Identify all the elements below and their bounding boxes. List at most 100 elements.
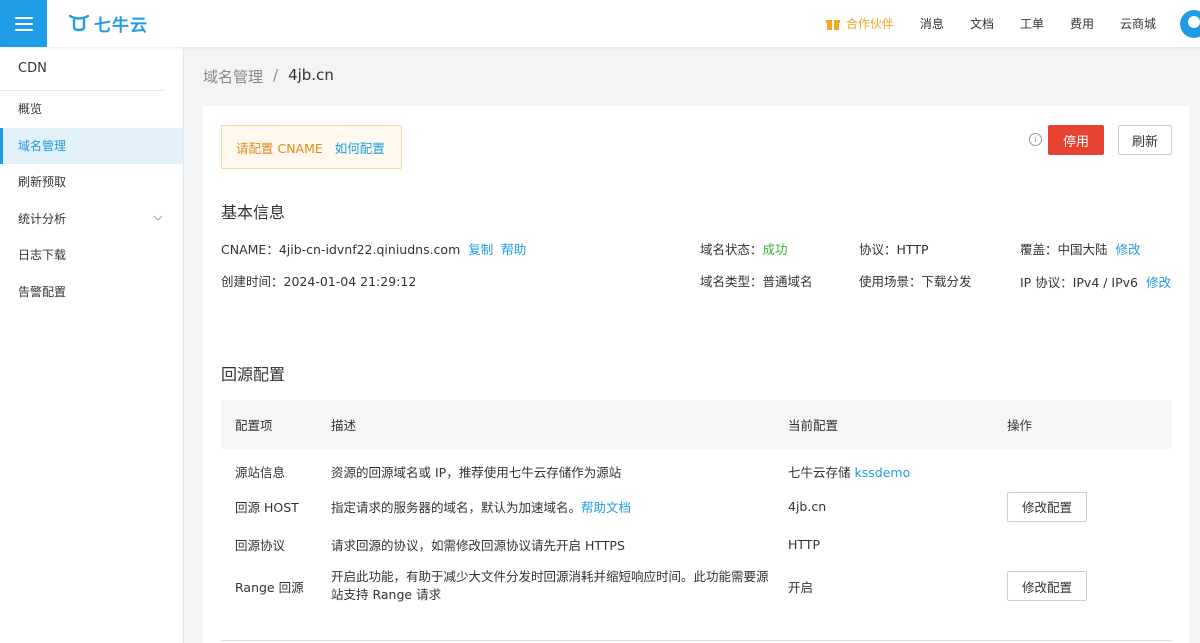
refresh-button[interactable]: 刷新 — [1118, 125, 1172, 155]
created-field: 创建时间：2024-01-04 21:29:12 — [221, 271, 416, 290]
row-desc-text: 指定请求的服务器的域名，默认为加速域名。 — [331, 500, 582, 515]
top-nav: 合作伙伴 消息 文档 工单 费用 云商城 — [800, 0, 1200, 47]
created-value: 2024-01-04 21:29:12 — [283, 274, 417, 289]
sidebar-item-statistics-label: 统计分析 — [18, 211, 67, 226]
gift-icon — [825, 19, 840, 30]
avatar[interactable] — [1180, 9, 1200, 38]
table-row: Range 回源 开启此功能，有助于减少大文件分发时回源消耗并缩短响应时间。此功… — [221, 561, 1172, 611]
logo[interactable]: 七牛云 — [68, 12, 148, 36]
nav-market[interactable]: 云商城 — [1120, 15, 1156, 32]
cname-value: 4jib-cn-idvnf22.qiniudns.com — [278, 242, 461, 257]
ip-label: IP 协议： — [1020, 275, 1073, 290]
col-config-item: 配置项 — [221, 400, 331, 449]
sidebar-item-statistics[interactable]: 统计分析 — [0, 201, 183, 238]
ip-value: IPv4 / IPv6 — [1072, 275, 1139, 290]
cname-label: CNAME： — [221, 242, 279, 257]
edit-range-button[interactable]: 修改配置 — [1007, 571, 1087, 601]
chevron-down-icon — [153, 201, 163, 238]
status-field: 域名状态：成功 — [700, 239, 788, 258]
row-desc: 资源的回源域名或 IP，推荐使用七牛云存储作为源站 — [331, 465, 622, 480]
scene-value: 下载分发 — [921, 274, 972, 289]
row-item: 回源协议 — [235, 537, 286, 553]
row-item: 回源 HOST — [235, 500, 299, 515]
ip-edit-link[interactable]: 修改 — [1146, 275, 1171, 290]
ip-protocol-field: IP 协议：IPv4 / IPv6 修改 — [1020, 272, 1171, 291]
disable-button[interactable]: 停用 — [1048, 125, 1104, 155]
sidebar-item-domains[interactable]: 域名管理 — [0, 127, 183, 165]
row-current: 七牛云存储 kssdemo — [788, 449, 1007, 486]
edit-host-button[interactable]: 修改配置 — [1007, 491, 1087, 522]
origin-config-table: 配置项 描述 当前配置 操作 源站信息 资源的回源域名或 IP，推荐使用七牛云存… — [221, 400, 1172, 611]
sidebar-title: CDN — [0, 47, 165, 91]
main-panel: 请配置 CNAME 如何配置 i 停用 刷新 基本信息 CNAME：4jib-c… — [203, 106, 1189, 643]
divider — [221, 640, 1172, 641]
nav-tickets[interactable]: 工单 — [1020, 15, 1044, 32]
row-item: Range 回源 — [235, 579, 304, 595]
nav-docs[interactable]: 文档 — [970, 15, 994, 32]
help-link[interactable]: 帮助 — [501, 242, 526, 257]
cname-alert: 请配置 CNAME 如何配置 — [221, 125, 402, 169]
coverage-value: 中国大陆 — [1057, 242, 1108, 257]
status-value: 成功 — [762, 242, 788, 257]
row-current-value: 七牛云存储 — [788, 465, 851, 480]
origin-config-title: 回源配置 — [221, 365, 286, 384]
row-current: 4jb.cn — [788, 499, 827, 514]
basic-info-title: 基本信息 — [221, 203, 286, 222]
table-row: 源站信息 资源的回源域名或 IP，推荐使用七牛云存储作为源站 七牛云存储 kss… — [221, 449, 1172, 486]
row-desc: 指定请求的服务器的域名，默认为加速域名。帮助文档 — [331, 486, 788, 527]
sidebar: CDN 概览 域名管理 刷新预取 统计分析 日志下载 告警配置 — [0, 47, 184, 643]
row-desc: 请求回源的协议，如需修改回源协议请先开启 HTTPS — [331, 537, 625, 553]
protocol-label: 协议： — [859, 242, 897, 257]
coverage-field: 覆盖：中国大陆 修改 — [1020, 239, 1141, 258]
row-action: 修改配置 — [1007, 561, 1172, 611]
protocol-field: 协议：HTTP — [859, 239, 929, 258]
row-action: 修改配置 — [1007, 486, 1172, 527]
breadcrumb: 域名管理 / 4jb.cn — [203, 66, 334, 87]
menu-button[interactable] — [0, 0, 47, 47]
breadcrumb-parent[interactable]: 域名管理 — [203, 66, 263, 87]
hamburger-icon — [14, 16, 33, 31]
info-icon[interactable]: i — [1029, 133, 1042, 146]
table-header-row: 配置项 描述 当前配置 操作 — [221, 400, 1172, 449]
row-current: HTTP — [788, 536, 820, 552]
nav-partner-label: 合作伙伴 — [845, 17, 894, 31]
table-row: 回源协议 请求回源的协议，如需修改回源协议请先开启 HTTPS HTTP — [221, 527, 1172, 561]
row-action — [1007, 449, 1172, 486]
sidebar-list: 概览 域名管理 刷新预取 统计分析 日志下载 告警配置 — [0, 91, 183, 311]
row-current: 开启 — [788, 579, 814, 595]
status-label: 域名状态： — [700, 242, 763, 257]
sidebar-item-overview[interactable]: 概览 — [0, 91, 183, 128]
type-field: 域名类型：普通域名 — [700, 271, 813, 290]
breadcrumb-current: 4jb.cn — [288, 66, 334, 84]
protocol-value: HTTP — [896, 242, 929, 257]
help-doc-link[interactable]: 帮助文档 — [581, 500, 631, 515]
table-row: 回源 HOST 指定请求的服务器的域名，默认为加速域名。帮助文档 4jb.cn … — [221, 486, 1172, 527]
alert-message: 请配置 CNAME — [236, 140, 323, 156]
scene-field: 使用场景：下载分发 — [859, 271, 972, 290]
type-value: 普通域名 — [762, 274, 813, 289]
row-item: 源站信息 — [235, 465, 286, 480]
qiniu-logo-icon — [68, 14, 90, 32]
sidebar-item-logs[interactable]: 日志下载 — [0, 237, 183, 274]
bucket-link[interactable]: kssdemo — [855, 465, 911, 480]
row-desc: 开启此功能，有助于减少大文件分发时回源消耗并缩短响应时间。此功能需要源站支持 R… — [331, 569, 769, 602]
row-action — [1007, 527, 1172, 561]
sidebar-item-refresh-prefetch[interactable]: 刷新预取 — [0, 164, 183, 201]
copy-link[interactable]: 复制 — [468, 242, 493, 257]
breadcrumb-separator: / — [273, 66, 279, 84]
col-actions: 操作 — [1007, 400, 1172, 449]
nav-partner[interactable]: 合作伙伴 — [825, 15, 894, 32]
created-label: 创建时间： — [221, 274, 284, 289]
coverage-edit-link[interactable]: 修改 — [1116, 242, 1141, 257]
col-current: 当前配置 — [788, 400, 1007, 449]
type-label: 域名类型： — [700, 274, 763, 289]
logo-text: 七牛云 — [94, 15, 148, 36]
sidebar-item-alerts[interactable]: 告警配置 — [0, 274, 183, 311]
top-bar: 七牛云 合作伙伴 消息 文档 工单 费用 云商城 — [0, 0, 1200, 47]
cname-field: CNAME：4jib-cn-idvnf22.qiniudns.com 复制 帮助 — [221, 239, 526, 258]
nav-messages[interactable]: 消息 — [920, 15, 944, 32]
nav-billing[interactable]: 费用 — [1070, 15, 1094, 32]
how-to-configure-link[interactable]: 如何配置 — [335, 138, 385, 157]
col-description: 描述 — [331, 400, 788, 449]
scene-label: 使用场景： — [859, 274, 922, 289]
